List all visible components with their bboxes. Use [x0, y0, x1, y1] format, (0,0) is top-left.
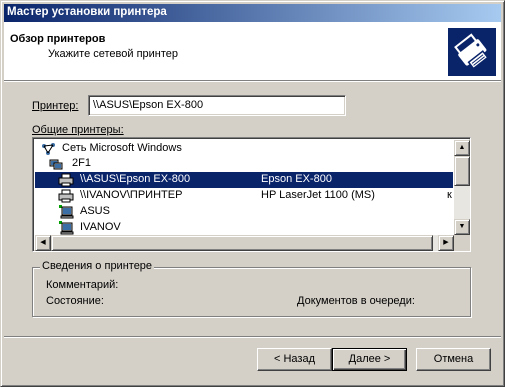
printer-icon: [58, 173, 74, 187]
header-divider: [4, 80, 501, 82]
list-item-comment: к: [447, 189, 452, 201]
header-title: Обзор принтеров: [10, 33, 106, 45]
printer-field-label: Принтер:: [32, 100, 79, 112]
status-label: Состояние:: [46, 295, 104, 307]
list-item-label: IVANOV: [80, 221, 121, 233]
back-button-label: < Назад: [274, 353, 315, 365]
printer-info-group: Сведения о принтере Комментарий: Состоян…: [32, 260, 471, 317]
shared-printers-items: Сеть Microsoft Windows 2F1 \\ASUS\Epson …: [35, 140, 453, 235]
list-item-label: \\IVANOV\ПРИНТЕР: [80, 189, 183, 201]
title-bar[interactable]: Мастер установки принтера: [4, 4, 501, 22]
list-item-computer-asus[interactable]: ASUS: [35, 204, 453, 220]
wizard-header: Обзор принтеров Укажите сетевой принтер: [4, 22, 501, 80]
scroll-down-icon[interactable]: ▼: [454, 219, 470, 235]
vertical-scrollbar[interactable]: ▲ ▼: [454, 140, 470, 235]
list-item-model: HP LaserJet 1100 (MS): [261, 189, 375, 201]
shared-printers-label: Общие принтеры:: [32, 124, 124, 136]
horizontal-scroll-thumb[interactable]: [51, 235, 433, 251]
list-item-label: \\ASUS\Epson EX-800: [80, 173, 191, 185]
cancel-button[interactable]: Отмена: [416, 348, 491, 371]
list-item-label: 2F1: [72, 157, 91, 169]
list-item-network[interactable]: Сеть Microsoft Windows: [35, 141, 453, 157]
queue-label: Документов в очереди:: [297, 295, 415, 307]
printer-icon: [58, 189, 74, 203]
network-icon: [41, 142, 57, 156]
next-button-label: Далее >: [348, 353, 391, 365]
vertical-scroll-thumb[interactable]: [454, 156, 470, 186]
computer-icon: [58, 205, 74, 219]
workgroup-icon: [48, 157, 64, 171]
next-button[interactable]: Далее >: [332, 348, 407, 371]
list-item-computer-ivanov[interactable]: IVANOV: [35, 220, 453, 235]
printer-icon: [448, 28, 496, 76]
printer-wizard-window: Мастер установки принтера Обзор принтеро…: [0, 0, 505, 387]
window-title: Мастер установки принтера: [7, 6, 167, 18]
list-item-printer-asus-epson[interactable]: \\ASUS\Epson EX-800 Epson EX-800: [35, 172, 453, 188]
list-item-workgroup[interactable]: 2F1: [35, 156, 453, 172]
list-item-printer-ivanov[interactable]: \\IVANOV\ПРИНТЕР HP LaserJet 1100 (MS) к: [35, 188, 453, 204]
shared-printers-list[interactable]: Сеть Microsoft Windows 2F1 \\ASUS\Epson …: [32, 137, 471, 252]
cancel-button-label: Отмена: [433, 353, 474, 365]
list-item-model: Epson EX-800: [261, 173, 332, 185]
computer-icon: [58, 221, 74, 235]
list-item-label: ASUS: [80, 205, 110, 217]
horizontal-scrollbar[interactable]: ◀ ▶: [35, 235, 454, 251]
scroll-left-icon[interactable]: ◀: [35, 235, 51, 251]
header-subtitle: Укажите сетевой принтер: [48, 48, 179, 60]
scrollbar-corner: [454, 235, 470, 251]
scroll-right-icon[interactable]: ▶: [438, 235, 454, 251]
printer-info-title: Сведения о принтере: [40, 260, 155, 272]
back-button[interactable]: < Назад: [257, 348, 332, 371]
scroll-up-icon[interactable]: ▲: [454, 140, 470, 156]
list-item-label: Сеть Microsoft Windows: [62, 142, 182, 154]
footer-divider: [4, 336, 501, 338]
comment-label: Комментарий:: [46, 279, 119, 291]
printer-name-input[interactable]: \\ASUS\Epson EX-800: [88, 95, 346, 116]
